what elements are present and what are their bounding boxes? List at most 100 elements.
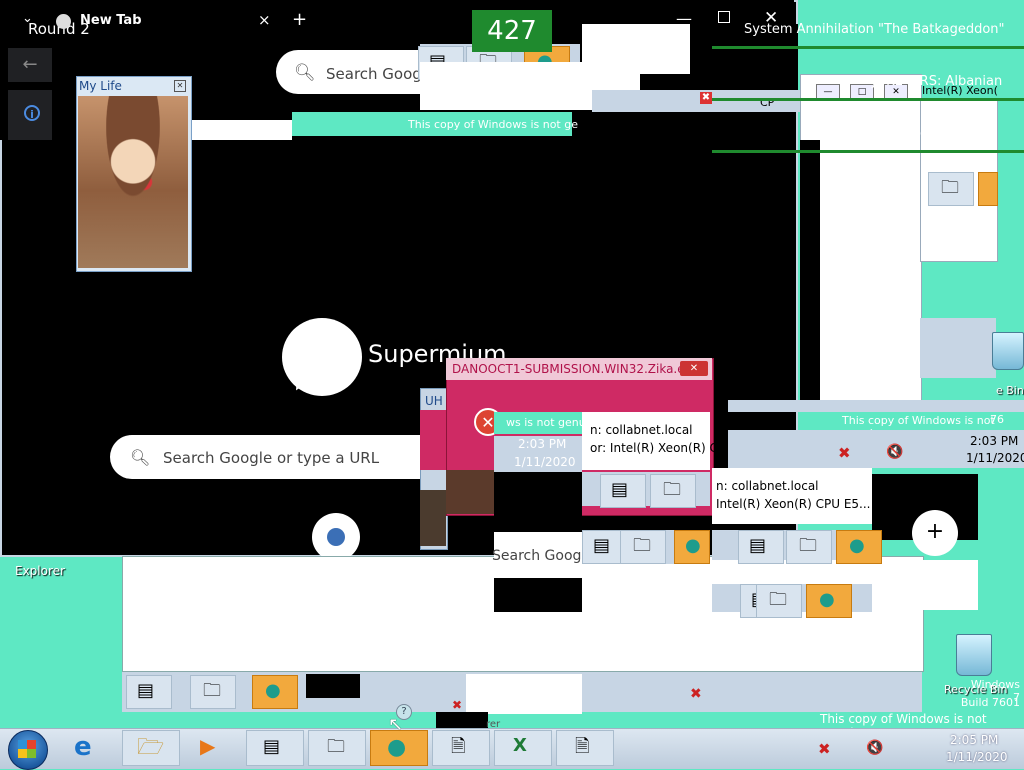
help-cursor-icon: ? [396,704,412,720]
supermium-icon: ● [849,535,865,556]
black-fragment [494,578,582,612]
clock-date: 1/11/2020 [514,455,576,469]
folder-taskbar-button[interactable]: 🗀︎ [928,172,974,206]
supermium-taskbar-button[interactable]: ● [674,530,710,564]
supermium-taskbar-button[interactable]: ● [806,584,852,618]
folder-icon: 🗀︎ [327,736,345,757]
alert-text: ALERT! Kaset Imer [452,66,563,80]
action-center-flag-icon[interactable]: ✖ [818,740,831,758]
clock-date[interactable]: 1/11/2020 [946,750,1008,764]
folder-taskbar-button[interactable]: 🗀︎ [786,530,832,564]
info-icon[interactable]: i [24,105,40,121]
dialog-close-button[interactable]: ✕ [680,361,708,376]
window-taskbar-button[interactable]: ▤ [738,530,784,564]
window-icon: ▤ [593,535,611,556]
ntp-search-placeholder[interactable]: Search Google or type a URL [163,449,379,467]
white-fragment [872,560,978,610]
window-taskbar-button[interactable]: ▤ [246,730,304,766]
folder-icon: 🗀︎ [663,479,681,500]
window-icon: ▤ [749,535,767,556]
folder-taskbar-button[interactable]: 🗀︎ [756,584,802,618]
supermium-taskbar-button[interactable]: ● [252,675,298,709]
search-icon: 🔍︎ [294,63,316,83]
window-taskbar-button[interactable]: ▤ [126,675,172,709]
recycle-bin-icon[interactable] [992,332,1024,370]
action-center-flag-icon[interactable]: ✖ [452,698,462,712]
speaker-muted-icon[interactable]: 🔇 [886,444,903,460]
clock-time[interactable]: 2:05 PM [950,733,998,747]
folder-icon: 🗀︎ [799,535,817,556]
gadget-close-button[interactable]: ✕ [174,80,186,92]
supermium-taskbar-button[interactable]: ● [836,530,882,564]
internet-explorer-taskbar-button[interactable]: e [66,730,112,764]
desktop-icon-label[interactable]: e Bin [996,384,1024,397]
internet-explorer-icon: e [74,732,92,762]
excel-taskbar-button[interactable]: X [494,730,552,766]
genuine-notice-text: This copy of Windows is not ge [408,118,578,131]
window-icon: ▤ [611,479,629,500]
notepad-icon: 🗎︎ [575,736,590,757]
status-line [712,46,1024,49]
windows-logo-icon [18,740,36,758]
gadget-title: My Life [79,79,122,93]
new-tab-button[interactable]: + [292,9,307,30]
tab-close-button[interactable]: × [258,11,271,29]
close-icon[interactable]: ✖ [700,92,712,104]
host-name-text: n: collabnet.local [590,423,693,437]
folder-taskbar-button[interactable]: 🗀︎ [308,730,366,766]
supermium-taskbar-button[interactable]: ● [370,730,428,766]
libraries-folder-icon: 🗁︎ [137,735,165,760]
black-fragment [494,472,582,532]
clock-time: 2:03 PM [970,434,1019,448]
folder-icon: 🗀︎ [633,535,651,556]
system-info-panel [712,468,872,524]
folder-icon: 🗀︎ [769,589,787,610]
uh-window-title: UH [425,394,443,408]
recycle-bin-icon[interactable] [956,634,992,676]
status-line [712,150,1024,153]
tab-favicon-icon [56,14,71,29]
counter-badge: 427 [472,10,552,52]
media-player-icon: ▶ [200,734,216,758]
taskbar-fragment [728,400,1024,412]
action-center-flag-icon[interactable]: ✖ [838,444,851,462]
omnibox-placeholder[interactable]: Search Googl [326,65,426,83]
clock-time: 2:03 PM [518,437,567,451]
shortcut-icon [327,528,345,546]
speaker-muted-icon[interactable]: 🔇 [866,740,883,756]
host-name-text: n: collabnet.local [716,479,819,493]
notepad-taskbar-button[interactable]: 🗎︎ [556,730,614,766]
notepad-taskbar-button[interactable]: 🗎︎ [432,730,490,766]
folder-icon: 🗀︎ [941,177,959,198]
search-icon: 🔍︎ [130,448,151,467]
libraries-taskbar-button[interactable]: 🗁︎ [122,730,180,766]
action-center-flag-icon[interactable]: ✖ [690,686,702,702]
add-shortcut-button[interactable]: + [912,510,958,556]
media-player-taskbar-button[interactable]: ▶ [188,730,234,764]
desktop-icon-label[interactable]: Explorer [15,564,65,578]
supermium-icon: ● [685,535,701,556]
window-taskbar-button[interactable]: ▤ [600,474,646,508]
build-text: Build 7601 [960,696,1020,709]
dialog-body-fragment [446,470,494,514]
cpu-text: Intel(R) Xeon(R) CPU E5... [716,497,871,511]
white-fragment [466,674,582,714]
back-button[interactable]: ← [8,48,52,82]
excel-icon: X [513,735,527,756]
folder-icon: 🗀︎ [203,680,221,701]
black-fragment [800,140,820,400]
status-text: System Annihilation "The Batkageddon" [744,22,1005,37]
uh-window-body [420,490,446,546]
uh-window-body [420,410,446,470]
tab-title[interactable]: New Tab [80,13,142,28]
supermium-taskbar-button[interactable] [978,172,998,206]
folder-taskbar-button[interactable]: 🗀︎ [650,474,696,508]
bookmark-bar-fragment [192,120,292,140]
folder-taskbar-button[interactable]: 🗀︎ [190,675,236,709]
dialog-title: DANOOCT1-SUBMISSION.WIN32.Zika.exe [452,362,699,376]
status-text: JOKE VIRS: Albanian [872,74,1003,89]
cpu-text: or: Intel(R) Xeon(R) CPU [590,441,734,455]
supermium-icon: ● [265,680,281,701]
status-line [712,98,1024,101]
folder-taskbar-button[interactable]: 🗀︎ [620,530,666,564]
